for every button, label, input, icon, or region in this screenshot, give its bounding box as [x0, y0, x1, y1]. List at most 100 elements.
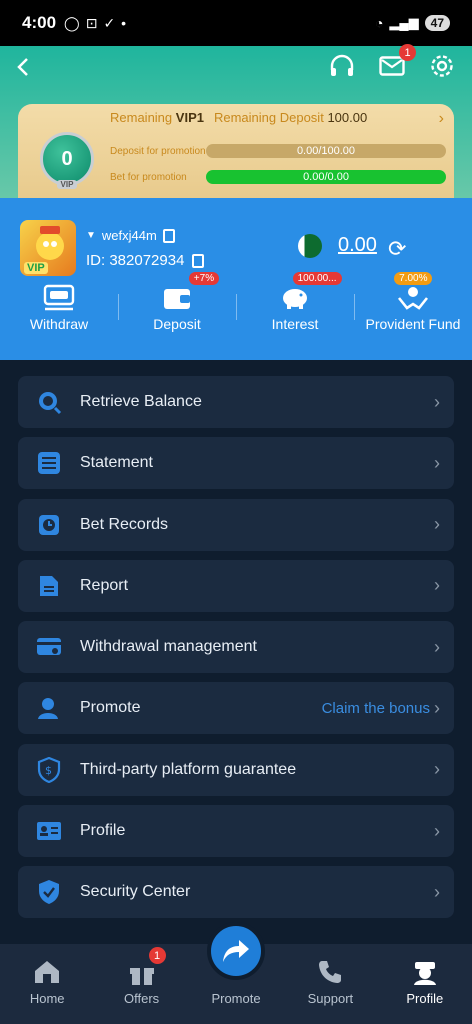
settings-button[interactable]	[428, 52, 456, 80]
deposit-button[interactable]: +7% Deposit	[118, 272, 236, 332]
bet-progress-bar: 0.00/0.00	[206, 170, 446, 184]
chevron-right-icon: ›	[434, 452, 440, 473]
deposit-progress-text: 0.00/100.00	[296, 145, 356, 157]
refresh-icon[interactable]: ⟳	[388, 236, 406, 262]
gear-icon	[431, 55, 453, 77]
clock-icon	[39, 514, 59, 535]
action-label: Interest	[271, 316, 319, 332]
menu-security-center[interactable]: Security Center ›	[18, 866, 454, 919]
action-label: Withdraw	[29, 316, 89, 332]
document-icon	[40, 575, 58, 596]
chevron-left-icon	[17, 58, 28, 76]
nav-offers[interactable]: 1 Offers	[94, 944, 188, 1024]
whatsapp-icon: ◯	[64, 14, 80, 31]
wallet-icon	[164, 289, 190, 309]
chevron-right-icon: ›	[434, 820, 440, 841]
menu-label: Profile	[80, 822, 126, 840]
withdraw-button[interactable]: Withdraw	[0, 282, 118, 332]
user-panel: VIP ▼ wefxj44m ID: 382072934 0.00 ⟳ With…	[0, 198, 472, 360]
card-icon	[37, 638, 61, 656]
phone-icon	[319, 961, 342, 983]
chevron-right-icon: ›	[434, 697, 440, 718]
user-id-row: ID: 382072934	[86, 252, 205, 269]
id-card-icon	[37, 822, 61, 841]
nav-support[interactable]: Support	[283, 944, 377, 1024]
nav-label: Home	[29, 991, 65, 1006]
deposit-tag: +7%	[188, 272, 220, 285]
remaining-deposit-label: Remaining Deposit	[213, 110, 324, 125]
status-notification-icons: ◯ ⊡ ✓ •	[64, 15, 126, 32]
hands-coin-icon	[397, 287, 429, 310]
avatar-vip-badge: VIP	[24, 262, 48, 274]
menu-profile[interactable]: Profile ›	[18, 805, 454, 858]
quick-actions: Withdraw +7% Deposit 100.00... Interest …	[0, 272, 472, 332]
balance-amount[interactable]: 0.00	[338, 234, 377, 257]
piggy-bank-icon	[283, 289, 307, 309]
menu-label: Withdrawal management	[80, 638, 257, 656]
nav-label: Promote	[211, 991, 261, 1006]
vip-card[interactable]: 0 VIP Remaining VIP1 Remaining Deposit 1…	[18, 104, 454, 206]
interest-button[interactable]: 100.00... Interest	[236, 272, 354, 332]
vip-medal-label: VIP	[56, 180, 78, 189]
username-row: ▼ wefxj44m	[86, 228, 175, 243]
chevron-right-icon: ›	[434, 881, 440, 902]
support-headset-button[interactable]	[328, 52, 356, 80]
menu-label: Report	[80, 576, 129, 594]
profile-icon	[413, 962, 436, 985]
promote-fab[interactable]	[207, 922, 266, 980]
interest-tag: 100.00...	[292, 272, 342, 285]
avatar[interactable]: VIP	[20, 220, 76, 276]
provident-fund-button[interactable]: 7.00% Provident Fund	[354, 272, 472, 332]
nav-promote[interactable]: Promote	[189, 922, 283, 1024]
bet-promotion-label: Bet for promotion	[110, 171, 187, 183]
user-id: ID: 382072934	[86, 252, 185, 269]
shield-dollar-icon: $	[37, 756, 61, 783]
menu-promote[interactable]: Promote Claim the bonus ›	[18, 682, 454, 735]
pakistan-flag-icon	[298, 234, 322, 258]
svg-text:$: $	[45, 764, 52, 777]
menu-withdrawal-management[interactable]: Withdrawal management ›	[18, 621, 454, 674]
nav-label: Support	[307, 991, 354, 1006]
vip-level: 0	[61, 147, 73, 170]
action-label: Deposit	[153, 316, 201, 332]
menu-statement[interactable]: Statement ›	[18, 437, 454, 490]
account-menu: Retrieve Balance › Statement › Bet Recor…	[18, 376, 454, 928]
nav-home[interactable]: Home	[0, 944, 94, 1024]
chevron-right-icon: ›	[434, 514, 440, 535]
copy-id-icon[interactable]	[192, 253, 205, 268]
menu-third-party-guarantee[interactable]: $ Third-party platform guarantee ›	[18, 743, 454, 796]
battery-indicator: 47	[424, 15, 450, 31]
messages-button[interactable]: 1	[378, 44, 416, 80]
dot-icon: •	[121, 15, 127, 31]
status-bar: 4:00 ◯ ⊡ ✓ • ◔ ▂▄▆ 47	[0, 0, 472, 46]
vip-level-medal: 0 VIP	[40, 132, 94, 189]
chevron-right-icon: ›	[434, 575, 440, 596]
signal-icon: ▂▄▆	[389, 15, 419, 30]
menu-retrieve-balance[interactable]: Retrieve Balance ›	[18, 376, 454, 428]
mail-badge: 1	[399, 44, 416, 61]
deposit-promotion-label: Deposit for promotion	[110, 145, 206, 157]
menu-label: Security Center	[80, 883, 191, 901]
list-icon	[38, 452, 60, 475]
bet-progress-text: 0.00/0.00	[303, 171, 349, 183]
chevron-right-icon: ›	[434, 636, 440, 657]
claim-bonus-link[interactable]: Claim the bonus	[322, 700, 430, 717]
nav-label: Offers	[124, 991, 160, 1006]
back-button[interactable]	[8, 52, 38, 82]
share-arrow-icon	[223, 940, 250, 962]
menu-bet-records[interactable]: Bet Records ›	[18, 498, 454, 551]
chevron-right-icon[interactable]: ›	[439, 110, 444, 128]
copy-icon[interactable]	[162, 228, 175, 243]
chevron-right-icon: ›	[434, 759, 440, 780]
home-icon	[35, 961, 60, 983]
nav-profile[interactable]: Profile	[378, 944, 472, 1024]
menu-report[interactable]: Report ›	[18, 559, 454, 612]
menu-label: Statement	[80, 454, 153, 472]
caret-down-icon: ▼	[86, 230, 96, 241]
menu-label: Bet Records	[80, 515, 169, 533]
scan-icon: ⊡	[85, 14, 98, 31]
bet-promotion-row: Bet for promotion 0.00/0.00	[110, 170, 446, 184]
withdraw-icon	[43, 284, 75, 311]
remaining-deposit-value: 100.00	[327, 110, 368, 125]
deposit-progress-bar: 0.00/100.00	[206, 144, 446, 158]
